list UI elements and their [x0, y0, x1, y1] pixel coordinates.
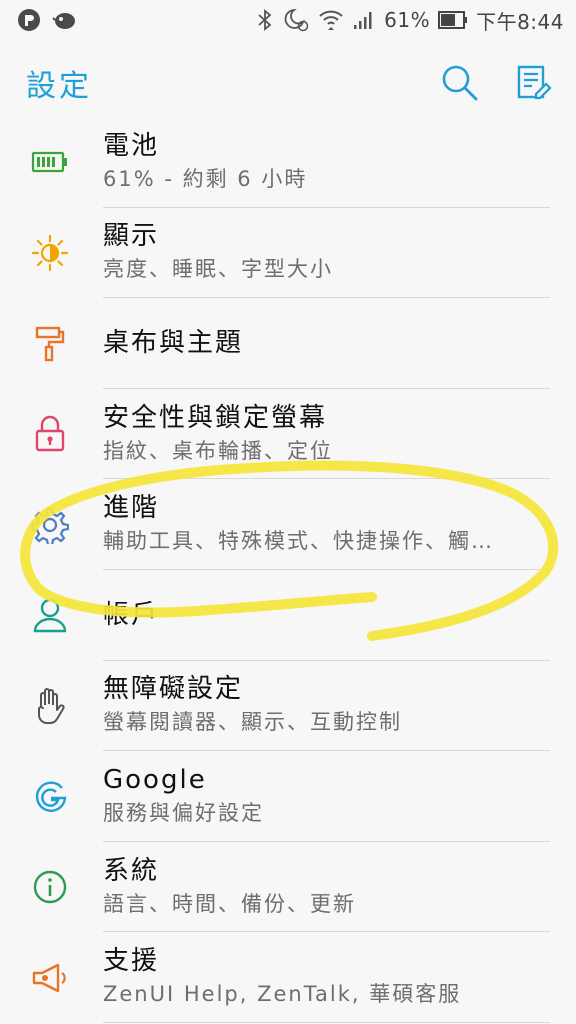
setting-wallpaper-theme[interactable]: 桌布與主題 — [0, 298, 576, 389]
setting-accounts[interactable]: 帳戶 — [0, 570, 576, 661]
setting-system-text: 系統 語言、時間、備份、更新 — [103, 842, 550, 933]
setting-title: 桌布與主題 — [103, 327, 244, 358]
setting-subtitle: 語言、時間、備份、更新 — [103, 891, 356, 916]
setting-accessibility-text: 無障礙設定 螢幕閱讀器、顯示、互動控制 — [103, 661, 550, 752]
setting-title: 顯示 — [103, 221, 160, 252]
setting-accounts-text: 帳戶 — [103, 570, 550, 661]
notification-bird-icon — [52, 7, 78, 33]
status-bar: 61% 下午8:44 — [0, 0, 576, 40]
search-icon — [442, 65, 478, 101]
search-button[interactable] — [440, 63, 480, 103]
status-bar-right: 61% 下午8:44 — [256, 6, 564, 35]
setting-support[interactable]: 支援 ZenUI Help, ZenTalk, 華碩客服 — [0, 932, 576, 1023]
setting-subtitle: 服務與偏好設定 — [103, 800, 264, 825]
setting-title: 帳戶 — [103, 599, 160, 630]
setting-subtitle: 61% - 約剩 6 小時 — [103, 166, 308, 191]
setting-battery[interactable]: 電池 61% - 約剩 6 小時 — [0, 117, 576, 208]
battery-icon — [30, 142, 70, 182]
setting-title: 進階 — [103, 493, 160, 524]
setting-advanced[interactable]: 進階 輔助工具、特殊模式、快捷操作、觸… — [0, 479, 576, 570]
megaphone-icon — [30, 958, 70, 998]
notification-app-icon — [16, 7, 42, 33]
bluetooth-icon — [256, 8, 274, 32]
setting-wallpaper-theme-text: 桌布與主題 — [103, 298, 550, 389]
setting-security-text: 安全性與鎖定螢幕 指紋、桌布輪播、定位 — [103, 389, 550, 480]
setting-title: 安全性與鎖定螢幕 — [103, 402, 328, 433]
edit-list-icon — [517, 65, 552, 100]
brightness-icon — [30, 233, 70, 273]
setting-title: 電池 — [103, 130, 160, 161]
paint-roller-icon — [30, 323, 70, 363]
battery-status-icon — [438, 10, 468, 30]
setting-system[interactable]: 系統 語言、時間、備份、更新 — [0, 842, 576, 933]
setting-support-text: 支援 ZenUI Help, ZenTalk, 華碩客服 — [103, 932, 550, 1023]
battery-percent: 61% — [384, 8, 431, 32]
page-title: 設定 — [26, 69, 92, 104]
setting-google-text: Google 服務與偏好設定 — [103, 751, 550, 842]
app-bar-actions — [440, 63, 554, 103]
hand-icon — [30, 686, 70, 726]
person-icon — [30, 595, 70, 635]
signal-icon — [352, 9, 376, 31]
setting-subtitle: 輔助工具、特殊模式、快捷操作、觸… — [103, 529, 494, 554]
setting-google[interactable]: Google 服務與偏好設定 — [0, 751, 576, 842]
setting-subtitle: 指紋、桌布輪播、定位 — [103, 438, 333, 463]
setting-security[interactable]: 安全性與鎖定螢幕 指紋、桌布輪播、定位 — [0, 389, 576, 480]
setting-battery-text: 電池 61% - 約剩 6 小時 — [103, 117, 550, 208]
gear-icon — [30, 505, 70, 545]
lock-icon — [30, 414, 70, 454]
setting-accessibility[interactable]: 無障礙設定 螢幕閱讀器、顯示、互動控制 — [0, 661, 576, 752]
setting-display[interactable]: 顯示 亮度、睡眠、字型大小 — [0, 208, 576, 299]
setting-subtitle: 亮度、睡眠、字型大小 — [103, 257, 333, 282]
setting-title: 無障礙設定 — [103, 674, 244, 705]
google-icon — [30, 776, 70, 816]
wifi-icon — [318, 8, 344, 32]
setting-title: Google — [103, 764, 207, 795]
suggestions-button[interactable] — [514, 63, 554, 103]
setting-subtitle: 螢幕閱讀器、顯示、互動控制 — [103, 710, 402, 735]
settings-screen: 61% 下午8:44 設定 電池 61% - 約剩 6 小時 顯示 亮度、睡眠、… — [0, 0, 576, 1024]
setting-advanced-text: 進階 輔助工具、特殊模式、快捷操作、觸… — [103, 479, 550, 570]
setting-subtitle: ZenUI Help, ZenTalk, 華碩客服 — [103, 982, 462, 1007]
setting-title: 系統 — [103, 855, 160, 886]
setting-display-text: 顯示 亮度、睡眠、字型大小 — [103, 208, 550, 299]
setting-title: 支援 — [103, 946, 160, 977]
app-bar: 設定 — [0, 44, 576, 122]
settings-list: 電池 61% - 約剩 6 小時 顯示 亮度、睡眠、字型大小 桌布與主題 安全性… — [0, 117, 576, 1023]
status-bar-left — [16, 7, 78, 33]
do-not-disturb-icon — [282, 7, 310, 33]
info-icon — [30, 867, 70, 907]
clock: 下午8:44 — [476, 9, 564, 34]
